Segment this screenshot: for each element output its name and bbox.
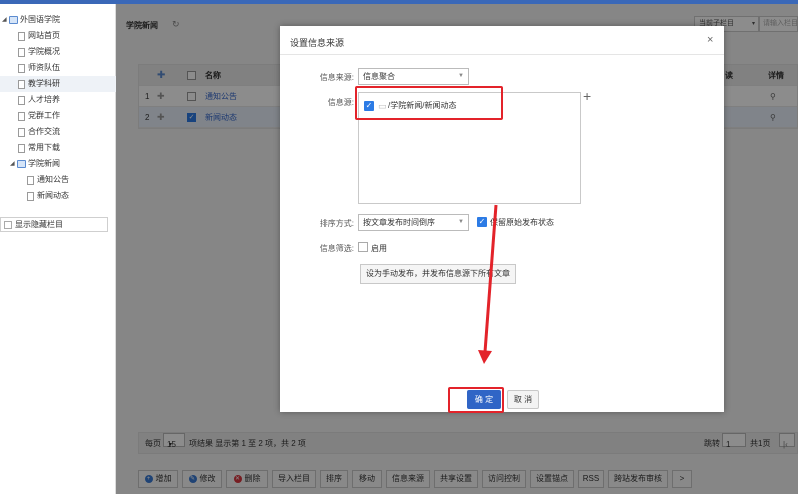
page-icon — [18, 96, 25, 105]
annotation-box-source — [355, 86, 503, 120]
source-type-label: 信息来源: — [319, 73, 354, 82]
page-icon — [18, 32, 25, 41]
tree-item-label: 师资队伍 — [28, 63, 60, 72]
manual-publish-label: 设为手动发布，并发布信息源下所有文章 — [366, 269, 510, 278]
sidebar-tree: ◢ 外国语学院 网站首页 学院概况 师资队伍 教学科研 人才培养 党群工作 合作… — [0, 4, 116, 494]
source-type-value: 信息聚合 — [363, 72, 395, 81]
folder-icon — [17, 160, 26, 168]
sort-select[interactable]: 按文章发布时间倒序 ▼ — [358, 214, 469, 231]
show-hidden-toggle[interactable]: 显示隐藏栏目 — [0, 217, 108, 232]
tree-item-label: 合作交流 — [28, 127, 60, 136]
add-source-icon[interactable]: + — [583, 88, 591, 104]
tree-item-label: 党群工作 — [28, 111, 60, 120]
page-icon — [18, 48, 25, 57]
page-icon — [18, 80, 25, 89]
keep-status-label: 保留原始发布状态 — [490, 218, 554, 227]
dialog-title: 设置信息来源 — [290, 38, 345, 48]
tree-item-label: 网站首页 — [28, 31, 60, 40]
tree-item-label: 新闻动态 — [37, 191, 69, 200]
tree-item-label: 教学科研 — [28, 79, 60, 88]
chevron-down-icon: ▼ — [458, 73, 464, 79]
filter-label: 信息筛选: — [319, 244, 354, 253]
source-label: 信息源: — [327, 98, 354, 107]
tree-root-label: 外国语学院 — [20, 15, 60, 24]
page-icon — [27, 192, 34, 201]
tree-item-label: 学院概况 — [28, 47, 60, 56]
page-icon — [18, 144, 25, 153]
sort-value: 按文章发布时间倒序 — [363, 218, 435, 227]
page-icon — [27, 176, 34, 185]
page-icon — [18, 128, 25, 137]
annotation-box-confirm — [448, 387, 504, 413]
show-hidden-checkbox[interactable] — [4, 221, 12, 229]
cancel-button[interactable]: 取 消 — [507, 390, 539, 409]
sort-label: 排序方式: — [319, 219, 354, 228]
show-hidden-label: 显示隐藏栏目 — [15, 220, 63, 229]
close-icon[interactable]: × — [707, 34, 713, 46]
tree-item-label: 人才培养 — [28, 95, 60, 104]
page-icon — [18, 64, 25, 73]
tree-item-research[interactable]: 教学科研 — [0, 76, 116, 92]
tree-item-label: 常用下载 — [28, 143, 60, 152]
page-icon — [18, 112, 25, 121]
chevron-down-icon: ▼ — [458, 219, 464, 225]
manual-publish-button[interactable]: 设为手动发布，并发布信息源下所有文章 — [360, 264, 516, 284]
source-type-select[interactable]: 信息聚合 ▼ — [358, 68, 469, 85]
folder-icon — [9, 16, 18, 24]
info-source-dialog: 设置信息来源 × 信息来源: 信息聚合 ▼ 信息源: ✓ ▭ /学院新闻/新闻动… — [280, 26, 724, 412]
cancel-label: 取 消 — [513, 395, 533, 404]
filter-enable-checkbox[interactable] — [358, 242, 368, 252]
dialog-divider — [280, 54, 724, 55]
expand-arrow-icon[interactable]: ◢ — [10, 156, 15, 172]
expand-arrow-icon[interactable]: ◢ — [2, 12, 7, 28]
filter-enable-label: 启用 — [371, 244, 387, 253]
tree-item-label: 通知公告 — [37, 175, 69, 184]
tree-folder-label: 学院新闻 — [28, 159, 60, 168]
keep-status-checkbox[interactable]: ✓ — [477, 217, 487, 227]
